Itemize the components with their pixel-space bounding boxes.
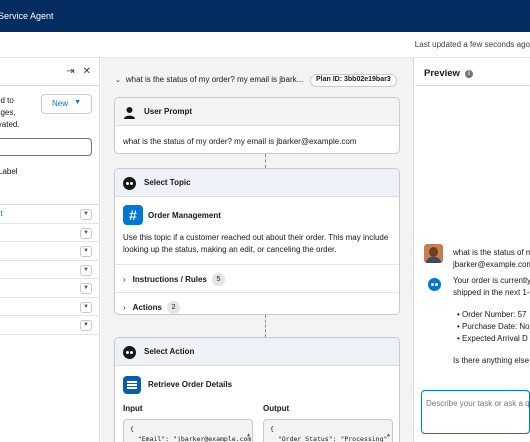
user-message: what is the status of m jbarker@example.… [453, 248, 530, 269]
table-row[interactable]: ▼ [0, 224, 100, 242]
collapse-panel-icon[interactable]: ⇥ [66, 66, 74, 77]
topic-name: Order Management [148, 211, 221, 220]
row-actions-dropdown[interactable]: ▼ [80, 320, 92, 331]
avatar [424, 244, 443, 263]
chevron-down-icon: ⌄ [115, 77, 121, 84]
agent-robot-icon [428, 278, 441, 291]
card-title: Select Action [144, 347, 195, 356]
table-row[interactable]: ▼ [0, 316, 100, 335]
plan-canvas: ⌄ what is the status of my order? my emai… [101, 58, 414, 442]
user-prompt-text: what is the status of my order? my email… [123, 137, 357, 146]
label-column-header: Label [0, 167, 18, 176]
instructions-expander[interactable]: › Instructions / Rules 5 [123, 273, 225, 286]
count-badge: 2 [167, 301, 181, 314]
table-row[interactable]: ▼ [0, 279, 100, 298]
list-item: • Expected Arrival D [457, 334, 528, 343]
hashtag-icon: # [123, 205, 143, 225]
action-icon [123, 376, 141, 394]
scroll-up-icon[interactable]: ▲ [387, 430, 390, 440]
topics-panel: ⇥ ✕ ed to ages, ivated. New ▼ Label nt ▼ … [0, 58, 100, 442]
chevron-right-icon: › [123, 303, 126, 312]
user-prompt-card: User Prompt what is the status of my ord… [114, 97, 400, 154]
agent-robot-icon [123, 346, 136, 359]
user-icon [124, 107, 135, 119]
divider [415, 85, 530, 86]
preview-panel: Preview i what is the status of m jbarker… [415, 58, 530, 442]
topic-description: Use this topic if a customer reached out… [123, 233, 389, 254]
last-updated-text: Last updated a few seconds ago [414, 40, 530, 49]
topics-description: ed to ages, ivated. [0, 96, 20, 129]
card-title: User Prompt [144, 107, 193, 116]
caret-down-icon: ▼ [74, 99, 81, 106]
table-row[interactable]: ▼ [0, 242, 100, 261]
row-actions-dropdown[interactable]: ▼ [80, 301, 92, 313]
divider [0, 85, 100, 86]
topic-link[interactable]: nt [0, 209, 3, 218]
row-actions-dropdown[interactable]: ▼ [80, 227, 92, 239]
table-row[interactable]: nt ▼ [0, 205, 100, 224]
builder-subheader: Last updated a few seconds ago [0, 32, 530, 58]
input-label: Input [123, 404, 143, 413]
message-composer-input[interactable]: Describe your task or ask a qu [421, 390, 530, 434]
info-icon[interactable]: i [464, 70, 473, 78]
close-icon[interactable]: ✕ [83, 66, 91, 77]
select-topic-card: Select Topic # Order Management Use this… [114, 168, 400, 315]
output-label: Output [263, 404, 290, 413]
list-item: • Purchase Date: No [457, 322, 530, 331]
global-header: Service Agent [0, 0, 530, 32]
scroll-up-icon[interactable]: ▲ [247, 430, 250, 440]
output-code-block[interactable]: { "Order_Status": "Processing" ▲ [263, 419, 393, 442]
count-badge: 5 [211, 273, 225, 286]
connector [265, 154, 266, 168]
table-row[interactable]: ▼ [0, 261, 100, 279]
action-name: Retrieve Order Details [148, 380, 233, 389]
select-action-card: Select Action Retrieve Order Details Inp… [114, 337, 400, 442]
row-actions-dropdown[interactable]: ▼ [80, 283, 92, 294]
row-actions-dropdown[interactable]: ▼ [80, 209, 92, 220]
list-item: • Order Number: 57 [457, 310, 527, 319]
search-topics-input[interactable] [0, 138, 92, 156]
chevron-right-icon: › [123, 275, 126, 284]
row-actions-dropdown[interactable]: ▼ [80, 246, 92, 257]
topics-table: nt ▼ ▼ ▼ ▼ ▼ ▼ ▼ [0, 205, 100, 335]
card-title: Select Topic [144, 178, 191, 187]
new-topic-button[interactable]: New ▼ [41, 94, 92, 114]
app-title: Service Agent [0, 11, 54, 21]
agent-robot-icon [123, 177, 136, 190]
preview-title: Preview i [424, 68, 473, 79]
plan-utterance-toggle[interactable]: ⌄ what is the status of my order? my emai… [115, 75, 303, 84]
row-actions-dropdown[interactable]: ▼ [80, 264, 92, 276]
plan-id-badge: Plan ID: 3bb02e19bar3 [310, 74, 397, 87]
input-code-block[interactable]: { "Email": "jbarker@example.com" ▲ [123, 419, 253, 442]
actions-expander[interactable]: › Actions 2 [123, 301, 181, 314]
agent-message: Your order is currently shipped in the n… [453, 276, 530, 365]
table-row[interactable]: ▼ [0, 298, 100, 316]
connector [265, 315, 266, 337]
